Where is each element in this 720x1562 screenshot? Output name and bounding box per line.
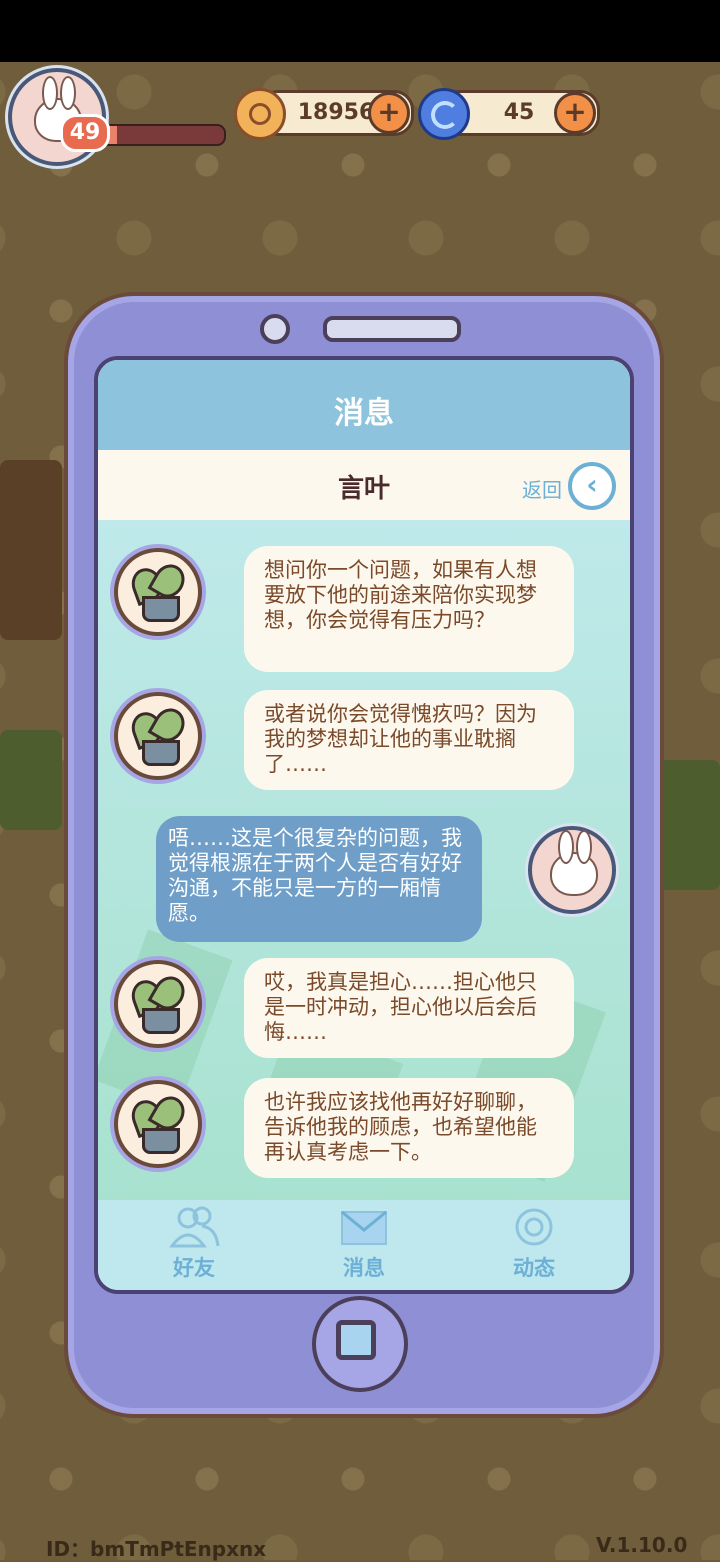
message-bubble: 想问你一个问题，如果有人想要放下他的前途来陪你实现梦想，你会觉得有压力吗？ <box>244 546 574 672</box>
back-button[interactable]: ‹ <box>568 462 616 510</box>
coin-amount: 18956 <box>297 100 375 125</box>
activity-icon <box>515 1208 553 1246</box>
tab-activity[interactable]: 动态 <box>474 1206 594 1286</box>
phone-speaker <box>323 316 461 342</box>
phone-home-button[interactable] <box>312 1296 408 1392</box>
friends-icon <box>169 1206 220 1248</box>
left-fence-deco <box>0 730 62 830</box>
screen-title: 消息 <box>334 396 394 431</box>
npc-avatar[interactable] <box>114 548 202 636</box>
gem-icon <box>418 88 470 140</box>
npc-avatar[interactable] <box>114 1080 202 1168</box>
npc-avatar[interactable] <box>114 692 202 780</box>
tab-bar: 好友 消息 动态 <box>98 1200 630 1290</box>
phone-screen: 消息 言叶 返回 ‹ 想问你一个问题，如果有人想要放下他的前途来陪你实现梦想，你… <box>94 356 634 1294</box>
tab-messages-label: 消息 <box>343 1256 385 1280</box>
tab-activity-label: 动态 <box>513 1256 555 1280</box>
tab-friends[interactable]: 好友 <box>134 1206 254 1286</box>
gem-amount: 45 <box>503 100 535 125</box>
conversation-header: 言叶 返回 ‹ <box>98 450 630 520</box>
home-square-icon <box>336 1320 376 1360</box>
xp-progress-bar <box>100 124 226 146</box>
phone-camera-icon <box>260 314 290 344</box>
chat-list[interactable]: 想问你一个问题，如果有人想要放下他的前途来陪你实现梦想，你会觉得有压力吗？ 或者… <box>98 520 630 1200</box>
status-bar <box>0 0 720 62</box>
player-message-bubble: 唔……这是个很复杂的问题，我觉得根源在于两个人是否有好好沟通，不能只是一方的一厢… <box>156 816 482 942</box>
tab-friends-label: 好友 <box>173 1256 215 1280</box>
add-gems-button[interactable]: + <box>554 92 596 134</box>
version-label: V.1.10.0 <box>596 1533 688 1557</box>
message-bubble: 也许我应该找他再好好聊聊，告诉他我的顾虑，也希望他能再认真考虑一下。 <box>244 1078 574 1178</box>
left-building-deco <box>0 460 62 640</box>
tab-messages[interactable]: 消息 <box>304 1206 424 1286</box>
message-bubble: 哎，我真是担心……担心他只是一时冲动，担心他以后会后悔…… <box>244 958 574 1058</box>
coin-icon <box>234 88 286 140</box>
player-id: ID：bmTmPtEnpxnx <box>46 1537 267 1561</box>
mail-icon <box>341 1210 387 1245</box>
screen-header: 消息 <box>98 360 630 450</box>
bunny-icon <box>550 830 598 896</box>
add-coins-button[interactable]: + <box>368 92 410 134</box>
player-avatar[interactable] <box>528 826 616 914</box>
back-label[interactable]: 返回 <box>522 474 562 503</box>
message-bubble: 或者说你会觉得愧疚吗？因为我的梦想却让他的事业耽搁了…… <box>244 690 574 790</box>
npc-avatar[interactable] <box>114 960 202 1048</box>
right-fence-deco <box>658 760 720 890</box>
level-badge: 49 <box>60 114 110 152</box>
